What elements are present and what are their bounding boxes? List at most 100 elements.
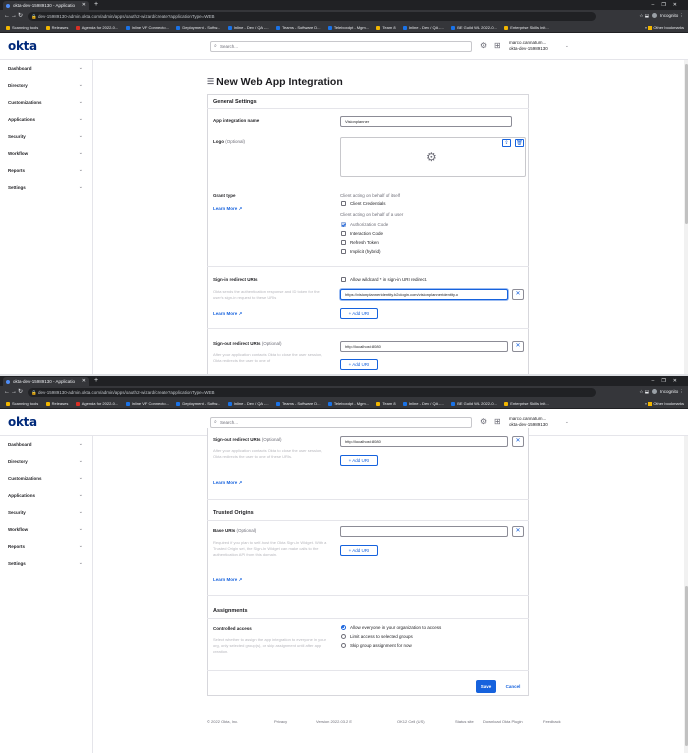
close-tab-icon[interactable]: ✕ <box>82 1 86 10</box>
browser-tab[interactable]: okta-dev-15989130 - Applicatio ✕ <box>3 1 89 10</box>
bookmark-item[interactable]: Enterprise Skills Init... <box>504 22 549 32</box>
base-uri-input[interactable] <box>340 526 508 537</box>
allow-everyone-radio[interactable]: Allow everyone in your organization to a… <box>341 625 441 631</box>
bookmark-item[interactable]: Scanning tools <box>6 398 38 408</box>
bookmark-item[interactable]: Agenda for 2022-0... <box>75 398 118 408</box>
logo-dropzone[interactable]: ⚙ ⇪ 🗑 <box>340 137 526 177</box>
reload-icon[interactable]: ↻ <box>18 387 23 397</box>
user-menu[interactable]: marco.cannatum... okta-dev-15989130 ⌄ <box>509 40 569 52</box>
incognito-indicator[interactable]: ☆ ⬓ Incognito ⋮ <box>639 11 684 21</box>
sidebar-item-directory[interactable]: Directory ⌄ <box>0 453 92 470</box>
window-controls[interactable]: –❐✕ <box>652 0 684 10</box>
bookmark-item[interactable]: Inline VF Connecto... <box>125 22 169 32</box>
add-signout-uri-button[interactable]: + Add URI <box>340 359 378 370</box>
bookmark-item[interactable]: Enterprise Skills Init... <box>504 398 549 408</box>
bookmark-item[interactable]: Releases <box>45 398 68 408</box>
client-credentials-checkbox[interactable]: Client Credentials <box>341 201 386 207</box>
sidebar-item-workflow[interactable]: Workflow ⌄ <box>0 521 92 538</box>
footer-status-link[interactable]: Status site <box>455 719 474 724</box>
allow-wildcard-checkbox[interactable]: Allow wildcard * in sign-in URI redirect… <box>341 277 427 283</box>
page-scrollbar[interactable] <box>684 60 688 374</box>
user-menu[interactable]: marco.cannatum... okta-dev-15989130 ⌄ <box>509 416 569 428</box>
url-input[interactable]: 🔒 dev-15989130-admin.okta.com/admin/apps/… <box>28 11 596 21</box>
add-base-uri-button[interactable]: + Add URI <box>340 545 378 556</box>
search-input[interactable]: ⌕ Search... <box>210 41 472 52</box>
sidebar-item-settings[interactable]: Settings ⌄ <box>0 555 92 572</box>
bookmark-item[interactable]: BE Guild WL 2022-0... <box>451 398 497 408</box>
signin-redirect-uri-input[interactable]: https://visionplanneridentity.b2clogin.c… <box>340 289 508 300</box>
bookmark-item[interactable]: BE Guild WL 2022-0... <box>451 22 497 32</box>
remove-uri-button[interactable]: ✕ <box>512 341 524 352</box>
save-button[interactable]: Save <box>476 680 496 693</box>
url-input[interactable]: 🔒 dev-15989130-admin.okta.com/admin/apps/… <box>28 387 596 397</box>
sidebar-item-customizations[interactable]: Customizations ⌄ <box>0 470 92 487</box>
sidebar-item-security[interactable]: Security ⌄ <box>0 504 92 521</box>
sidebar-item-dashboard[interactable]: Dashboard ⌄ <box>0 436 92 453</box>
learn-more-link[interactable]: Learn More ↗ <box>213 480 242 486</box>
back-icon[interactable]: ← <box>4 11 10 21</box>
bookmark-item[interactable]: Team 8 <box>376 22 396 32</box>
bookmark-item[interactable]: Deployment - Softw... <box>176 398 220 408</box>
remove-uri-button[interactable]: ✕ <box>512 289 524 300</box>
browser-tab[interactable]: okta-dev-15989130 - Applicatio ✕ <box>3 377 89 386</box>
sidebar-item-directory[interactable]: Directory ⌄ <box>0 77 92 94</box>
app-name-input[interactable]: Visionplanner <box>340 116 512 127</box>
close-tab-icon[interactable]: ✕ <box>82 377 86 386</box>
remove-uri-button[interactable]: ✕ <box>512 526 524 537</box>
sidebar-item-applications[interactable]: Applications ⌄ <box>0 111 92 128</box>
signout-redirect-uri-input[interactable]: http://localhost:8080 <box>340 436 508 447</box>
search-input[interactable]: ⌕ Search... <box>210 417 472 428</box>
back-icon[interactable]: ← <box>4 387 10 397</box>
footer-feedback-link[interactable]: Feedback <box>543 719 561 724</box>
bookmark-item[interactable]: Inline - Dev / QA -... <box>227 22 269 32</box>
add-signout-uri-button[interactable]: + Add URI <box>340 455 378 466</box>
forward-icon[interactable]: → <box>11 11 17 21</box>
footer-privacy-link[interactable]: Privacy <box>274 719 287 724</box>
okta-logo[interactable]: okta <box>8 415 37 429</box>
window-controls[interactable]: –❐✕ <box>652 376 684 386</box>
trash-icon[interactable]: 🗑 <box>515 139 524 147</box>
bookmark-item[interactable]: Inline - Dev / QA -... <box>402 22 444 32</box>
apps-grid-icon[interactable]: ⊞ <box>494 417 501 427</box>
scrollbar-thumb[interactable] <box>684 586 688 746</box>
apps-grid-icon[interactable]: ⊞ <box>494 41 501 51</box>
bookmark-item[interactable]: Teams - Software D... <box>276 398 321 408</box>
remove-uri-button[interactable]: ✕ <box>512 436 524 447</box>
new-tab-icon[interactable]: + <box>94 0 98 10</box>
footer-plugin-link[interactable]: Download Okta Plugin <box>483 719 523 724</box>
bookmark-item[interactable]: Inline - Dev / QA -... <box>227 398 269 408</box>
sidebar-item-reports[interactable]: Reports ⌄ <box>0 538 92 555</box>
cancel-button[interactable]: Cancel <box>502 680 524 693</box>
learn-more-link[interactable]: Learn More ↗ <box>213 206 242 212</box>
settings-icon[interactable]: ⚙ <box>480 41 487 51</box>
bookmark-item[interactable]: Scanning tools <box>6 22 38 32</box>
skip-assignment-radio[interactable]: Skip group assignment for now <box>341 643 412 649</box>
bookmark-item[interactable]: Teleboxdpt - Mgm... <box>327 398 369 408</box>
page-scrollbar[interactable] <box>684 436 688 753</box>
bookmark-item[interactable]: Teleboxdpt - Mgm... <box>327 22 369 32</box>
bookmark-item[interactable]: Inline - Dev / QA -... <box>402 398 444 408</box>
scrollbar-thumb[interactable] <box>684 64 688 224</box>
sidebar-item-settings[interactable]: Settings ⌄ <box>0 179 92 196</box>
bookmark-item[interactable]: Team 8 <box>376 398 396 408</box>
refresh-token-checkbox[interactable]: Refresh Token <box>341 240 379 246</box>
new-tab-icon[interactable]: + <box>94 376 98 386</box>
authorization-code-checkbox[interactable]: Authorization Code <box>341 222 388 228</box>
bookmark-item[interactable]: Releases <box>45 22 68 32</box>
sidebar-item-workflow[interactable]: Workflow ⌄ <box>0 145 92 162</box>
sidebar-item-security[interactable]: Security ⌄ <box>0 128 92 145</box>
other-bookmarks[interactable]: » Other bookmarks <box>645 398 684 408</box>
learn-more-link[interactable]: Learn More ↗ <box>213 577 242 583</box>
signout-redirect-uri-input[interactable]: http://localhost:8080 <box>340 341 508 352</box>
incognito-indicator[interactable]: ☆ ⬓ Incognito ⋮ <box>639 387 684 397</box>
sidebar-item-dashboard[interactable]: Dashboard ⌄ <box>0 60 92 77</box>
bookmark-item[interactable]: Teams - Software D... <box>276 22 321 32</box>
forward-icon[interactable]: → <box>11 387 17 397</box>
sidebar-item-reports[interactable]: Reports ⌄ <box>0 162 92 179</box>
sidebar-item-applications[interactable]: Applications ⌄ <box>0 487 92 504</box>
interaction-code-checkbox[interactable]: Interaction Code <box>341 231 383 237</box>
add-signin-uri-button[interactable]: + Add URI <box>340 308 378 319</box>
sidebar-item-customizations[interactable]: Customizations ⌄ <box>0 94 92 111</box>
implicit-hybrid-checkbox[interactable]: Implicit (hybrid) <box>341 249 381 255</box>
okta-logo[interactable]: okta <box>8 39 37 53</box>
